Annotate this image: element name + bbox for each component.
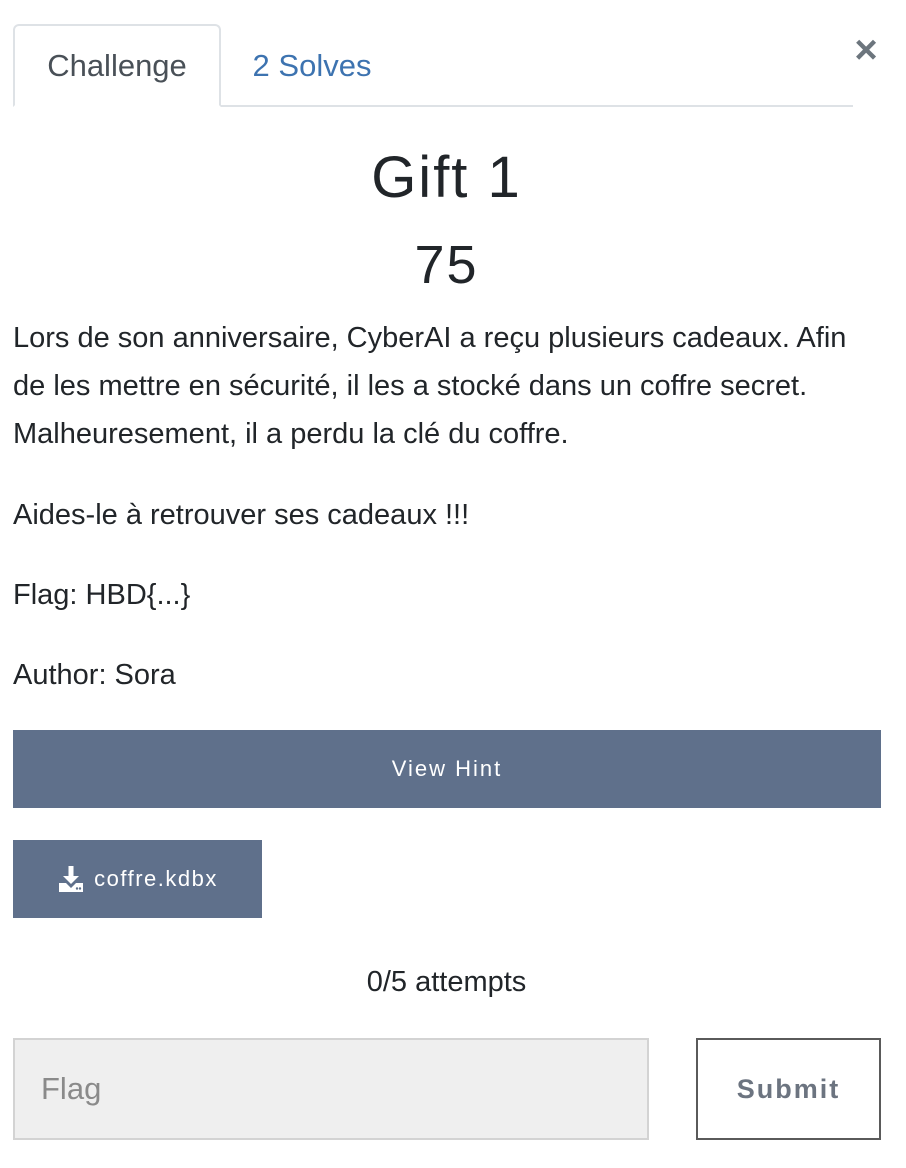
submit-button[interactable]: Submit — [696, 1038, 881, 1140]
challenge-tabs: Challenge 2 Solves — [13, 24, 853, 107]
attempts-counter: 0/5 attempts — [366, 966, 527, 998]
view-hint-button[interactable]: View Hint — [13, 730, 881, 808]
view-hint-label: View Hint — [391, 756, 503, 781]
challenge-name: Gift 1 — [371, 145, 522, 210]
challenge-value: 75 — [414, 235, 479, 295]
tab-solves[interactable]: 2 Solves — [221, 24, 403, 107]
file-download-button[interactable]: coffre.kdbx — [13, 840, 262, 918]
description-paragraph: Aides-le à retrouver ses cadeaux !!! — [13, 499, 470, 531]
author-text: Author: Sora — [13, 659, 176, 691]
tab-challenge[interactable]: Challenge — [13, 24, 221, 107]
flag-input[interactable] — [13, 1038, 649, 1140]
file-name: coffre.kdbx — [94, 866, 218, 891]
description-paragraph: Lors de son anniversaire, CyberAI a reçu… — [13, 322, 847, 450]
download-icon — [59, 866, 84, 892]
close-icon[interactable]: × — [846, 28, 886, 72]
flag-format-text: Flag: HBD{...} — [13, 579, 191, 611]
